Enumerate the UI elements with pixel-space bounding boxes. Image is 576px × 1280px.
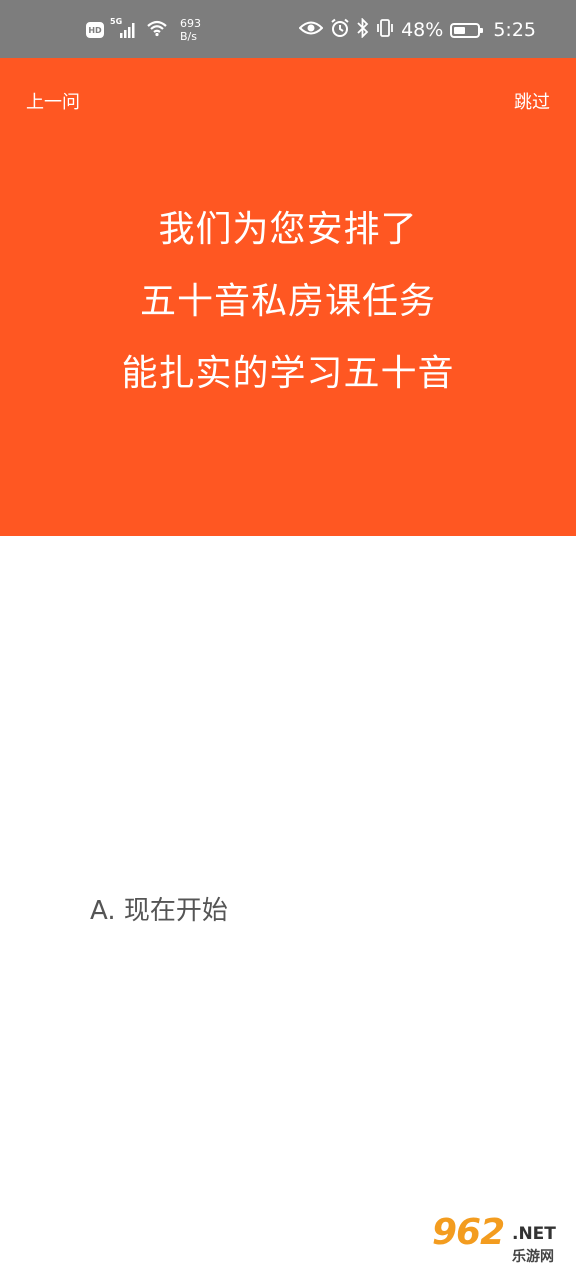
watermark-suffix: .NET [512, 1224, 556, 1244]
vibrate-icon [376, 18, 394, 43]
header-panel: 上一问 跳过 我们为您安排了 五十音私房课任务 能扎实的学习五十音 [0, 58, 576, 536]
status-left: HD 5G 693 B/s [86, 16, 201, 44]
status-bar: HD 5G 693 B/s 48% 5:25 [0, 0, 576, 58]
watermark-number: 962 [432, 1212, 505, 1253]
bluetooth-icon [357, 16, 369, 43]
battery-fill [454, 26, 466, 34]
previous-question-button[interactable]: 上一问 [26, 88, 80, 114]
hd-icon: HD [86, 22, 104, 38]
battery-icon [450, 22, 484, 38]
net-speed-unit: B/s [180, 30, 197, 43]
battery-percent: 48% [401, 19, 444, 41]
signal-icon: 5G [110, 17, 140, 39]
watermark-subtitle: 乐游网 [512, 1249, 554, 1265]
option-a-start-now[interactable]: A. 现在开始 [90, 890, 228, 927]
headline-line-3: 能扎实的学习五十音 [121, 353, 455, 394]
headline-line-2: 五十音私房课任务 [139, 281, 436, 322]
clock-time: 5:25 [493, 19, 536, 41]
net-speed-value: 693 [180, 17, 201, 30]
net-speed: 693 B/s [180, 17, 201, 43]
status-right: 48% 5:25 [298, 16, 536, 44]
watermark-logo: 962 .NET 乐游网 [432, 1210, 568, 1272]
headline: 我们为您安排了 五十音私房课任务 能扎实的学习五十音 [0, 194, 576, 410]
alarm-icon [330, 18, 350, 43]
headline-line-1: 我们为您安排了 [158, 209, 418, 250]
eye-icon [298, 19, 324, 41]
wifi-icon [146, 19, 168, 41]
skip-button[interactable]: 跳过 [514, 88, 550, 114]
signal-label: 5G [110, 17, 123, 26]
